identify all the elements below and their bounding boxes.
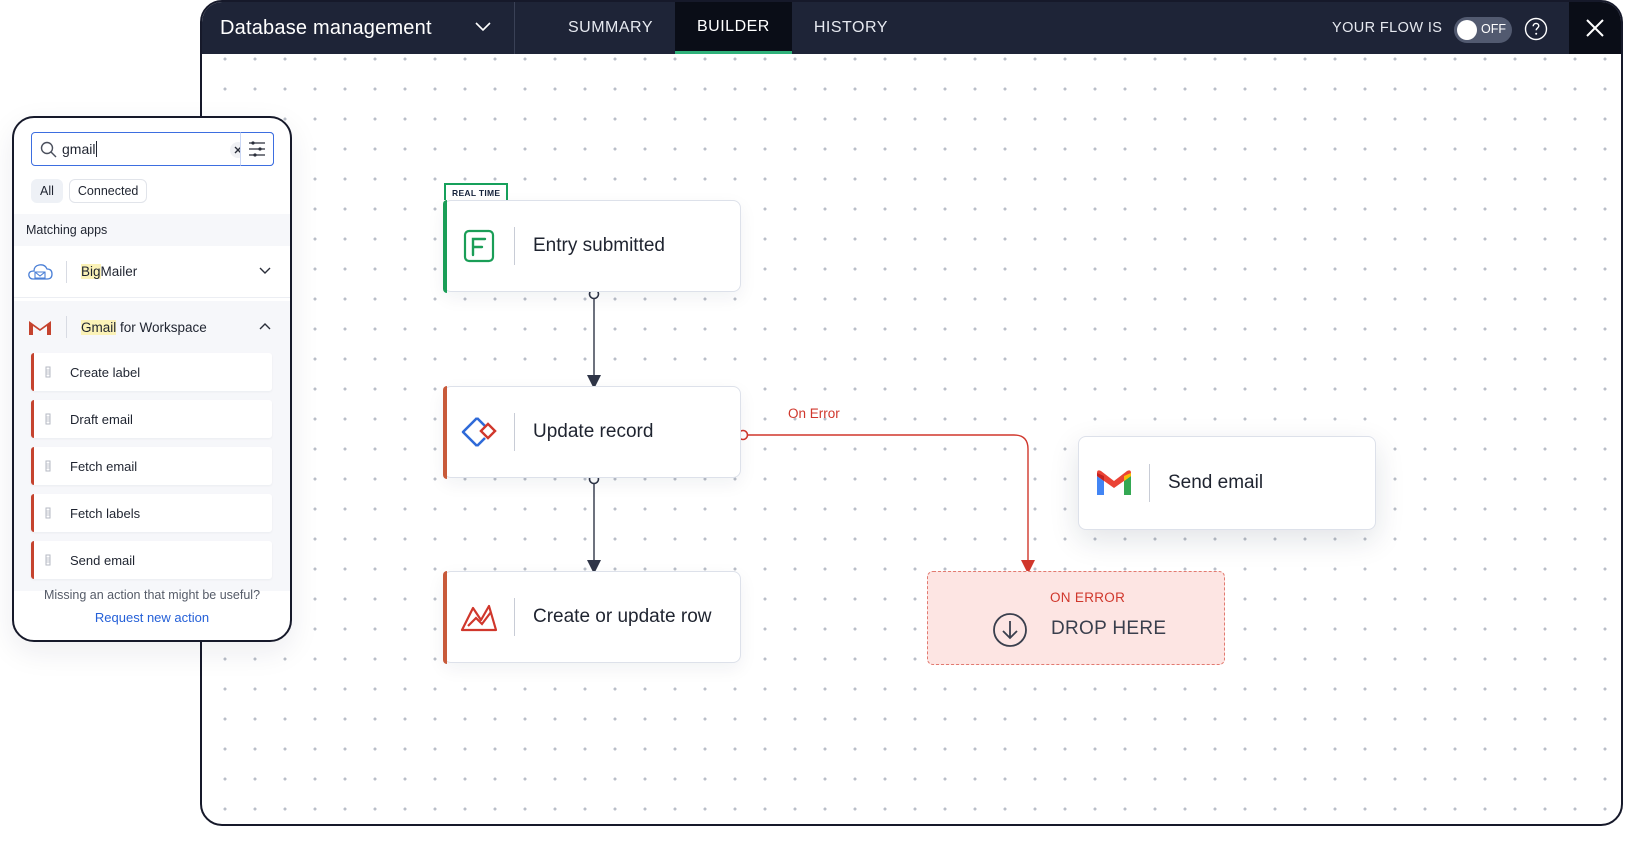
node-accent xyxy=(442,199,447,293)
section-title: Matching apps xyxy=(14,214,290,246)
flow-title-selector[interactable]: Database management xyxy=(202,2,514,54)
app-name-rest: for Workspace xyxy=(116,319,207,335)
forms-app-icon xyxy=(463,229,495,263)
gmail-icon xyxy=(29,321,51,335)
search-icon xyxy=(40,141,57,158)
search-input[interactable]: gmail xyxy=(62,141,98,157)
filter-button[interactable] xyxy=(240,132,274,166)
node-label: Update record xyxy=(533,421,654,442)
tab-history-label: HISTORY xyxy=(813,19,888,36)
toggle-state: OFF xyxy=(1481,22,1506,36)
sheet-analytics-icon xyxy=(460,604,498,632)
search-highlight: Big xyxy=(81,264,101,279)
app-name-rest: Mailer xyxy=(100,264,138,279)
drag-handle-icon[interactable] xyxy=(34,366,62,378)
chip-all[interactable]: All xyxy=(31,179,63,203)
action-label: Fetch email xyxy=(70,458,138,474)
action-draft-email[interactable]: Draft email xyxy=(31,400,272,438)
creator-app-icon xyxy=(461,417,497,447)
chip-connected[interactable]: Connected xyxy=(68,179,148,203)
action-fetch-labels[interactable]: Fetch labels xyxy=(31,494,272,532)
drag-handle-icon[interactable] xyxy=(34,507,62,519)
chevron-up-icon[interactable] xyxy=(258,319,272,333)
divider xyxy=(514,2,515,54)
request-action-link[interactable]: Request new action xyxy=(14,610,290,625)
tab-builder-label: BUILDER xyxy=(697,17,770,35)
missing-action-text: Missing an action that might be useful? xyxy=(43,588,261,602)
drag-handle-icon[interactable] xyxy=(34,413,62,425)
node-label: Send email xyxy=(1168,472,1264,493)
filter-icon xyxy=(249,141,265,157)
tab-summary-label: SUMMARY xyxy=(568,19,653,36)
action-create-label[interactable]: Create label xyxy=(31,353,272,391)
node-update-record[interactable]: Update record xyxy=(442,385,741,479)
app-search-panel: gmail All Connected Matching apps BigMai… xyxy=(12,116,292,642)
tab-builder[interactable]: BUILDER xyxy=(675,2,792,54)
node-send-email[interactable]: Send email xyxy=(1078,436,1376,530)
chevron-down-icon[interactable] xyxy=(472,16,494,38)
close-button[interactable] xyxy=(1569,2,1621,54)
flow-canvas[interactable] xyxy=(202,54,1621,824)
action-send-email[interactable]: Send email xyxy=(31,541,272,579)
action-fetch-email[interactable]: Fetch email xyxy=(31,447,272,485)
app-name: BigMailer xyxy=(81,264,137,279)
action-label: Fetch labels xyxy=(70,505,141,521)
top-bar: Database management SUMMARY BUILDER HIST… xyxy=(202,2,1621,54)
node-entry-submitted[interactable]: Entry submitted xyxy=(442,199,741,293)
flow-toggle[interactable]: OFF xyxy=(1454,17,1512,43)
flow-status-label: YOUR FLOW IS xyxy=(1332,20,1443,36)
close-icon xyxy=(1586,19,1604,37)
trigger-badge: REAL TIME xyxy=(444,183,509,200)
action-label: Send email xyxy=(70,552,136,568)
tab-summary[interactable]: SUMMARY xyxy=(546,2,675,54)
flow-title: Database management xyxy=(220,16,432,39)
tab-bar: SUMMARY BUILDER HISTORY xyxy=(546,2,910,54)
node-label: Create or update row xyxy=(533,606,712,627)
drop-zone-text: DROP HERE xyxy=(1051,618,1167,639)
drop-zone-title: ON ERROR xyxy=(1050,590,1126,605)
on-error-drop-zone[interactable]: ON ERROR DROP HERE xyxy=(927,571,1225,665)
search-box[interactable]: gmail xyxy=(31,132,274,166)
app-row-bigmailer[interactable]: BigMailer xyxy=(14,246,290,298)
node-accent xyxy=(442,570,447,664)
toggle-knob xyxy=(1457,20,1477,40)
cloud-mail-icon xyxy=(28,263,53,280)
app-row-gmail[interactable]: Gmail for Workspace xyxy=(14,301,290,353)
on-error-label: On Error xyxy=(788,406,840,421)
drag-handle-icon[interactable] xyxy=(34,460,62,472)
app-name: Gmail for Workspace xyxy=(81,319,207,335)
search-highlight: Gmail xyxy=(81,319,117,335)
download-circle-icon xyxy=(993,613,1027,647)
node-accent xyxy=(442,385,447,479)
tab-history[interactable]: HISTORY xyxy=(792,2,910,54)
flow-builder-window: Database management SUMMARY BUILDER HIST… xyxy=(200,0,1623,826)
question-circle-icon[interactable] xyxy=(1524,17,1548,41)
gmail-icon xyxy=(1097,470,1131,495)
action-label: Create label xyxy=(70,364,141,380)
filter-chips: All Connected xyxy=(31,179,148,203)
node-label: Entry submitted xyxy=(533,235,665,256)
node-create-or-update-row[interactable]: Create or update row xyxy=(442,570,741,664)
drag-handle-icon[interactable] xyxy=(34,554,62,566)
action-label: Draft email xyxy=(70,411,133,427)
chevron-down-icon[interactable] xyxy=(258,264,272,278)
